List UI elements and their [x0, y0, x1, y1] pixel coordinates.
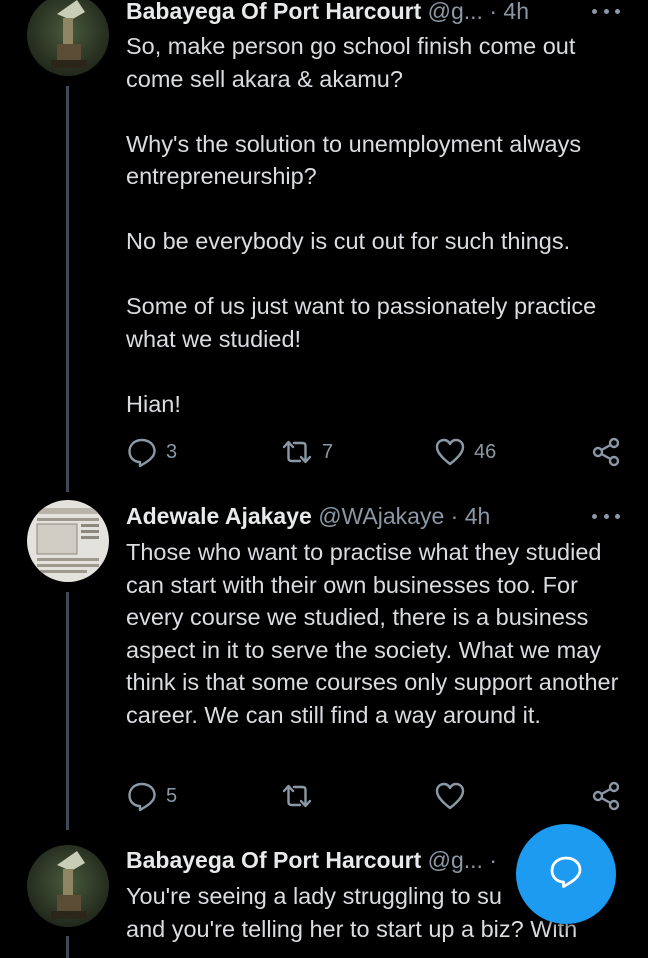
display-name[interactable]: Babayega Of Port Harcourt	[126, 847, 421, 873]
more-icon[interactable]	[592, 6, 620, 16]
timestamp[interactable]: 4h	[503, 0, 529, 24]
share-icon	[590, 780, 622, 812]
tweet-paragraph: No be everybody is cut out for such thin…	[126, 228, 571, 254]
share-button[interactable]	[590, 436, 622, 468]
tweet-paragraph: Some of us just want to passionately pra…	[126, 293, 597, 352]
heart-icon	[434, 436, 466, 468]
reply-button[interactable]: 3	[126, 436, 177, 468]
reply-icon	[126, 780, 158, 812]
reply-button[interactable]: 5	[126, 780, 177, 812]
separator-dot: ·	[489, 847, 498, 873]
retweet-button[interactable]: 7	[280, 436, 333, 468]
tweet-paragraph: Hian!	[126, 390, 181, 417]
tweet-header: Adewale Ajakaye @WAjakaye · 4h	[126, 503, 620, 529]
avatar[interactable]	[27, 500, 109, 582]
thread-line	[66, 592, 69, 830]
like-button[interactable]: 46	[434, 436, 496, 468]
display-name[interactable]: Babayega Of Port Harcourt	[126, 0, 421, 24]
tweet-paragraph: So, make person go school finish come ou…	[126, 33, 576, 92]
separator-dot: ·	[489, 0, 498, 24]
display-name[interactable]: Adewale Ajakaye	[126, 503, 312, 529]
user-handle[interactable]: @g...	[428, 0, 483, 24]
tweet-paragraph: Why's the solution to unemployment alway…	[126, 130, 582, 190]
compose-button[interactable]	[516, 824, 616, 924]
like-count: 46	[474, 440, 497, 463]
timestamp[interactable]: 4h	[465, 503, 491, 529]
user-handle[interactable]: @WAjakaye	[318, 503, 444, 529]
reply-count: 3	[166, 440, 178, 463]
tweet-header: Babayega Of Port Harcourt @g... ·	[126, 847, 528, 873]
avatar[interactable]	[27, 0, 109, 76]
retweet-button[interactable]	[280, 780, 314, 812]
tweet-text: So, make person go school finish come ou…	[126, 30, 626, 420]
share-icon	[590, 436, 622, 468]
user-handle[interactable]: @g...	[428, 847, 483, 873]
like-button[interactable]	[434, 780, 466, 812]
retweet-icon	[280, 436, 314, 468]
tweet-paragraph: Those who want to practise what they stu…	[126, 539, 619, 728]
share-button[interactable]	[590, 780, 622, 812]
thread-line	[66, 936, 69, 958]
reply-count: 5	[166, 784, 178, 807]
more-icon[interactable]	[592, 511, 620, 521]
tweet-text: Those who want to practise what they stu…	[126, 536, 626, 731]
thread-line	[66, 86, 69, 492]
retweet-icon	[280, 780, 314, 812]
separator-dot: ·	[450, 503, 459, 529]
tweet-actions: 5	[126, 780, 622, 812]
heart-icon	[434, 780, 466, 812]
compose-icon	[548, 854, 584, 895]
tweet-actions: 3 7 46	[126, 436, 622, 468]
tweet-header: Babayega Of Port Harcourt @g... · 4h	[126, 0, 620, 24]
retweet-count: 7	[322, 440, 334, 463]
reply-icon	[126, 436, 158, 468]
avatar[interactable]	[27, 845, 109, 927]
